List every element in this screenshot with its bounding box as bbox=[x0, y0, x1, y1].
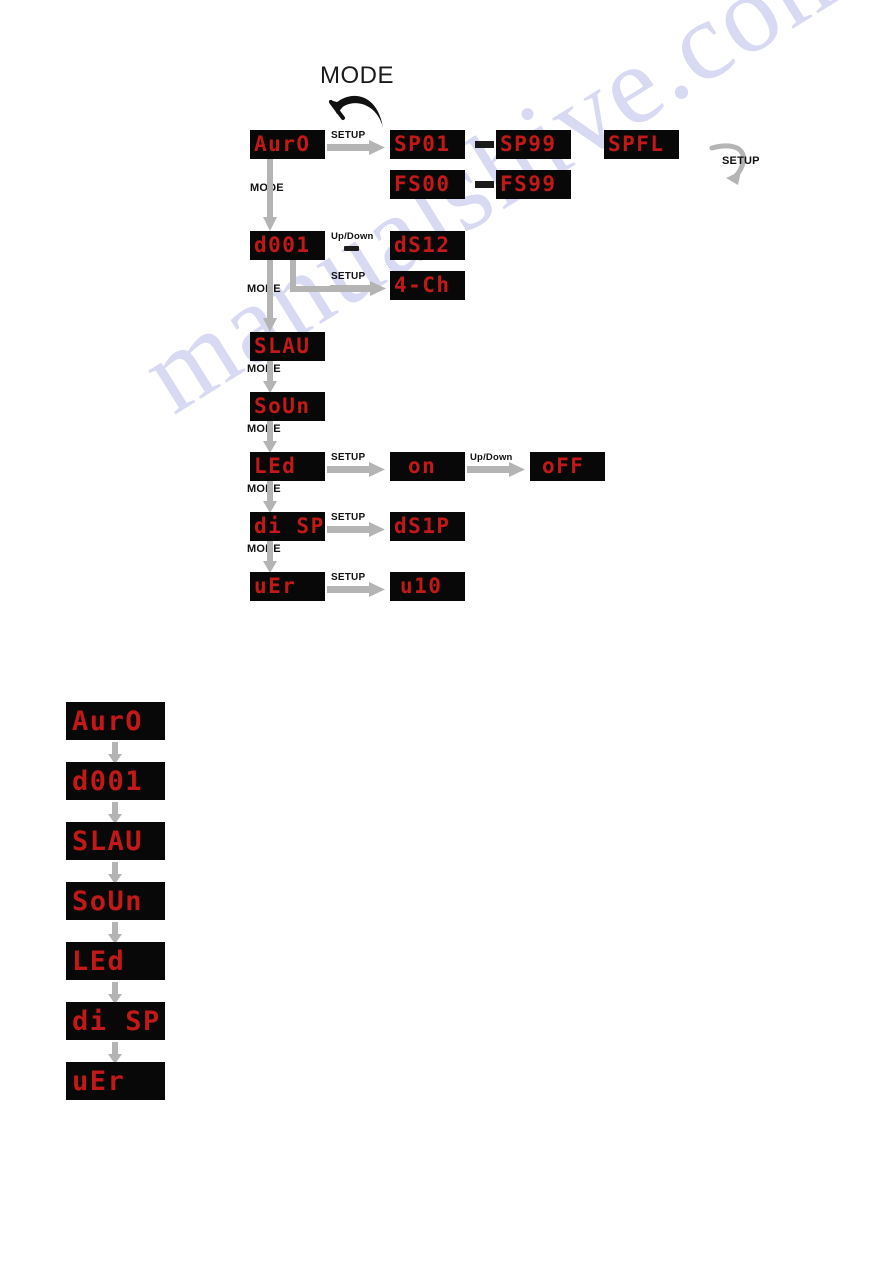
display-uer: uEr bbox=[250, 572, 325, 601]
sequence-display-3: SoUn bbox=[66, 882, 165, 920]
sequence-display-6: uEr bbox=[66, 1062, 165, 1100]
sequence-arrow-2-icon bbox=[108, 862, 122, 884]
arrow-mode-d001-icon bbox=[263, 260, 277, 332]
arrow-updown-on-icon bbox=[467, 462, 525, 477]
sequence-display-0: AurO bbox=[66, 702, 165, 740]
display-d001: d001 bbox=[250, 231, 325, 260]
arrow-setup-return-icon bbox=[700, 142, 762, 192]
watermark-text: manualshive.com bbox=[121, 0, 880, 437]
display-off: oFF bbox=[530, 452, 605, 481]
display-soun: SoUn bbox=[250, 392, 325, 421]
arrow-setup-auto-icon bbox=[327, 140, 385, 155]
display-sp01: SP01 bbox=[390, 130, 465, 159]
arrow-mode-auto-icon bbox=[263, 159, 277, 231]
display-on: on bbox=[390, 452, 465, 481]
range-dash-fs-icon bbox=[475, 181, 494, 188]
arrow-setup-uer-icon bbox=[327, 582, 385, 597]
display-fs99: FS99 bbox=[496, 170, 571, 199]
sequence-arrow-1-icon bbox=[108, 802, 122, 824]
sequence-display-1: d001 bbox=[66, 762, 165, 800]
sequence-arrow-0-icon bbox=[108, 742, 122, 764]
updown-dash-icon bbox=[344, 246, 359, 251]
display-sp99: SP99 bbox=[496, 130, 571, 159]
sequence-display-5: di SP bbox=[66, 1002, 165, 1040]
range-dash-sp-icon bbox=[475, 141, 494, 148]
mode-title-label: MODE bbox=[320, 62, 394, 89]
arrow-setup-disp-icon bbox=[327, 522, 385, 537]
sequence-arrow-4-icon bbox=[108, 982, 122, 1004]
arrow-mode-disp-icon bbox=[263, 541, 277, 573]
display-fs00: FS00 bbox=[390, 170, 465, 199]
display-4ch: 4-Ch bbox=[390, 271, 465, 300]
mode-loop-arrow-icon bbox=[325, 88, 391, 132]
display-ds1p: dS1P bbox=[390, 512, 465, 541]
arrow-mode-slau-icon bbox=[263, 361, 277, 393]
arrow-setup-led-icon bbox=[327, 462, 385, 477]
display-led: LEd bbox=[250, 452, 325, 481]
display-auto: AurO bbox=[250, 130, 325, 159]
sequence-display-4: LEd bbox=[66, 942, 165, 980]
arrow-mode-led-icon bbox=[263, 481, 277, 513]
sequence-arrow-3-icon bbox=[108, 922, 122, 944]
display-slau: SLAU bbox=[250, 332, 325, 361]
display-u10: u10 bbox=[390, 572, 465, 601]
sequence-arrow-5-icon bbox=[108, 1042, 122, 1064]
diagram-canvas: manualshive.com MODE AurO SETUP SP01 SP9… bbox=[0, 0, 893, 1263]
label-setup-return: SETUP bbox=[722, 155, 760, 167]
arrow-setup-d001-icon bbox=[330, 281, 386, 296]
arrow-mode-soun-icon bbox=[263, 421, 277, 453]
display-ds12: dS12 bbox=[390, 231, 465, 260]
display-disp: di SP bbox=[250, 512, 325, 541]
label-updown-d001: Up/Down bbox=[331, 231, 374, 242]
display-spfl: SPFL bbox=[604, 130, 679, 159]
sequence-display-2: SLAU bbox=[66, 822, 165, 860]
